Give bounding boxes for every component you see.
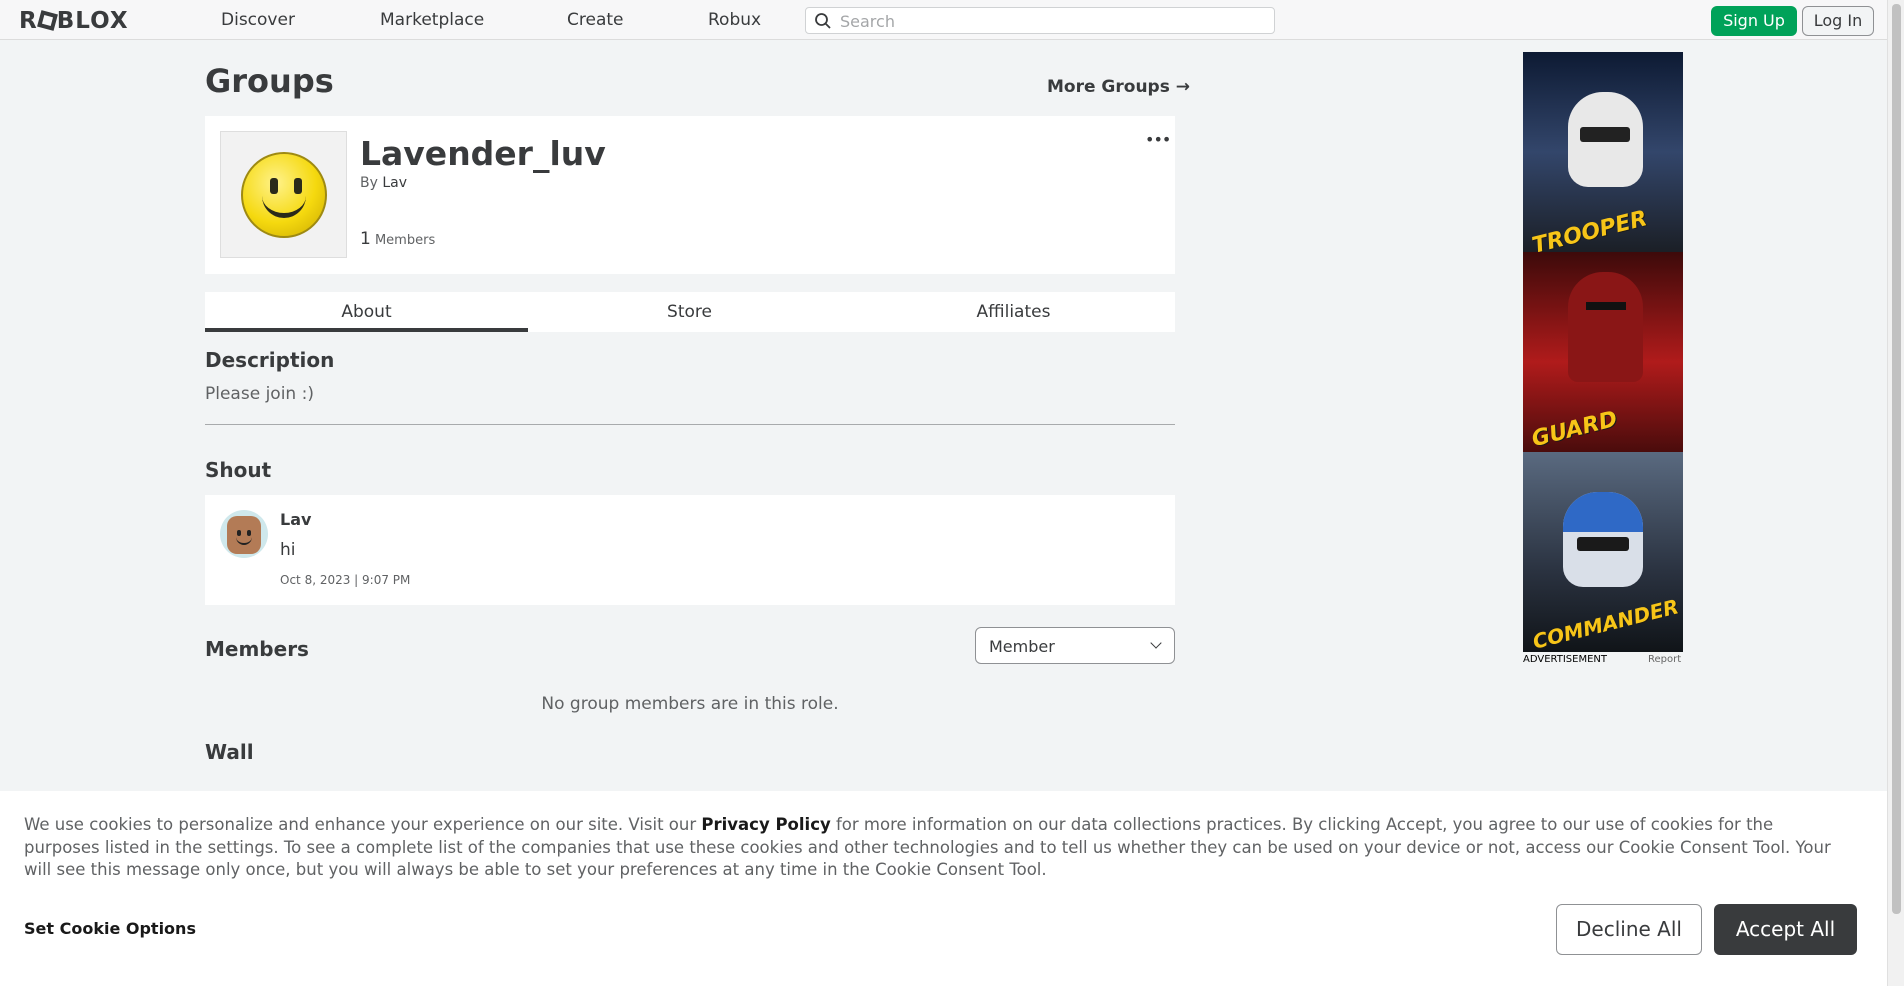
group-header-card: Lavender_luv By Lav 1 Members ••• xyxy=(205,116,1175,274)
description-heading: Description xyxy=(205,348,335,372)
report-ad-link[interactable]: Report xyxy=(1648,654,1681,665)
cookie-message: We use cookies to personalize and enhanc… xyxy=(24,814,1844,882)
scrollbar-thumb[interactable] xyxy=(1892,4,1901,914)
members-heading: Members xyxy=(205,637,309,661)
group-name: Lavender_luv xyxy=(360,134,606,173)
decline-all-button[interactable]: Decline All xyxy=(1556,904,1702,955)
accept-all-button[interactable]: Accept All xyxy=(1714,904,1857,955)
no-members-message: No group members are in this role. xyxy=(541,694,839,714)
tab-affiliates[interactable]: Affiliates xyxy=(852,292,1175,332)
cookie-banner: We use cookies to personalize and enhanc… xyxy=(0,791,1887,986)
nav-marketplace[interactable]: Marketplace xyxy=(380,10,484,30)
search-placeholder: Search xyxy=(840,12,895,31)
group-emblem xyxy=(220,131,347,258)
commander-stripe xyxy=(1563,492,1643,532)
smiley-right-eye xyxy=(294,178,302,194)
avatar[interactable] xyxy=(220,510,268,558)
search-input[interactable]: Search xyxy=(805,7,1275,34)
group-description: Please join :) xyxy=(205,384,314,404)
cookie-text-before: We use cookies to personalize and enhanc… xyxy=(24,815,702,834)
nav-discover[interactable]: Discover xyxy=(221,10,295,30)
search-icon xyxy=(815,13,831,29)
shout-heading: Shout xyxy=(205,458,272,482)
by-label: By xyxy=(360,175,378,191)
logo-o-mark xyxy=(36,10,58,31)
more-groups-link[interactable]: More Groups → xyxy=(1047,77,1190,97)
ad-label-guard: GUARD xyxy=(1529,406,1620,453)
shout-card: Lav hi Oct 8, 2023 | 9:07 PM xyxy=(205,495,1175,605)
member-count-value: 1 xyxy=(360,229,371,249)
sign-up-button[interactable]: Sign Up xyxy=(1711,6,1797,36)
section-divider xyxy=(205,424,1175,425)
member-count-label: Members xyxy=(374,233,436,248)
log-in-button[interactable]: Log In xyxy=(1802,6,1874,36)
ad-label-trooper: TROOPER xyxy=(1529,206,1650,259)
avatar-left-eye xyxy=(237,530,241,536)
set-cookie-options-link[interactable]: Set Cookie Options xyxy=(24,919,196,938)
advertisement-banner[interactable]: TROOPER GUARD COMMANDER xyxy=(1523,52,1683,652)
wall-heading: Wall xyxy=(205,740,254,764)
guard-visor xyxy=(1586,302,1626,310)
role-dropdown-value: Member xyxy=(989,637,1055,656)
tab-store[interactable]: Store xyxy=(528,292,851,332)
smiley-emblem-image xyxy=(241,152,327,238)
commander-visor xyxy=(1577,537,1629,551)
page-title: Groups xyxy=(205,62,334,100)
group-owner-line: By Lav xyxy=(360,175,407,191)
group-member-count: 1 Members xyxy=(360,229,435,249)
more-options-icon[interactable]: ••• xyxy=(1145,130,1171,149)
smiley-mouth xyxy=(262,194,306,218)
advertisement-label: ADVERTISEMENT xyxy=(1523,654,1608,665)
trooper-helmet-image xyxy=(1568,92,1643,187)
smiley-left-eye xyxy=(270,178,278,194)
nav-robux[interactable]: Robux xyxy=(708,10,761,30)
ad-label-commander: COMMANDER xyxy=(1530,594,1682,652)
commander-helmet-image xyxy=(1563,492,1643,587)
ad-panel-commander: COMMANDER xyxy=(1523,452,1683,652)
shout-timestamp: Oct 8, 2023 | 9:07 PM xyxy=(280,573,411,587)
tab-about[interactable]: About xyxy=(205,292,528,332)
nav-create[interactable]: Create xyxy=(567,10,624,30)
ad-panel-guard: GUARD xyxy=(1523,252,1683,452)
vertical-scrollbar[interactable] xyxy=(1887,0,1904,986)
avatar-mouth xyxy=(236,537,252,545)
privacy-policy-link[interactable]: Privacy Policy xyxy=(701,815,830,834)
group-tabs: About Store Affiliates xyxy=(205,292,1175,332)
avatar-head xyxy=(227,516,261,554)
chevron-down-icon xyxy=(1150,637,1162,649)
roblox-logo[interactable]: R BLOX xyxy=(19,8,129,34)
guard-helmet-image xyxy=(1568,272,1643,382)
shout-username[interactable]: Lav xyxy=(280,510,311,529)
shout-text: hi xyxy=(280,540,296,560)
role-dropdown[interactable]: Member xyxy=(975,627,1175,664)
avatar-right-eye xyxy=(247,530,251,536)
trooper-visor xyxy=(1580,127,1630,142)
ad-panel-trooper: TROOPER xyxy=(1523,52,1683,259)
group-owner-link[interactable]: Lav xyxy=(382,175,407,191)
top-nav: R BLOX Discover Marketplace Create Robux … xyxy=(0,0,1887,40)
